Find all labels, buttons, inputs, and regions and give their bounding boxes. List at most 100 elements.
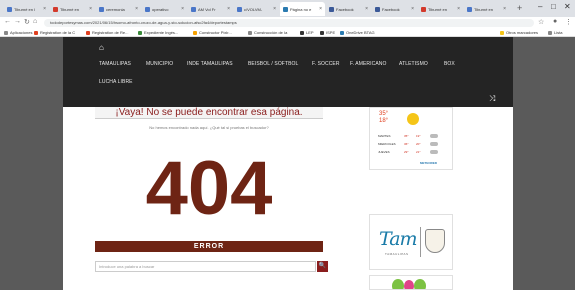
url-field[interactable]: tododeportesymas.com/2021/06/15/hsomo-af… — [44, 19, 534, 27]
browser-tab-bar: Tiburné en l × Tiburné en × ceremonia × operat… — [0, 0, 575, 17]
forecast-high: 35° — [404, 134, 409, 138]
close-tab-icon[interactable]: × — [411, 6, 414, 12]
weather-widget: 35° 18° MARTES 35° 19° MIERCOLES 36° 20° JUEVE… — [369, 107, 453, 170]
bookmark-item[interactable]: Registration de la C — [34, 30, 75, 35]
nav-item[interactable]: F. SOCCER — [312, 61, 340, 67]
star-icon[interactable]: ☆ — [538, 18, 544, 26]
tab-favicon — [329, 6, 334, 12]
bookmark-item[interactable]: Aplicaciones — [4, 30, 32, 35]
state-seal-icon — [425, 229, 445, 253]
browser-tab[interactable]: Facebook × — [372, 2, 417, 16]
close-tab-icon[interactable]: × — [227, 6, 230, 12]
bookmark-item[interactable]: OneDrive BTAG — [340, 30, 375, 35]
leaf-icon — [392, 279, 404, 289]
browser-tab[interactable]: ceremonia × — [96, 2, 141, 16]
tab-label: Tiburné en l — [14, 6, 35, 12]
tab-favicon — [421, 6, 426, 12]
bookmark-favicon — [4, 30, 8, 35]
close-tab-icon[interactable]: × — [43, 6, 46, 12]
bookmark-favicon — [138, 30, 142, 35]
tab-favicon — [145, 6, 150, 12]
bookmark-label: Constructor Pixlr... — [199, 30, 232, 35]
shuffle-icon[interactable]: ⤨ — [489, 94, 495, 104]
profile-icon[interactable]: ● — [553, 18, 557, 25]
forecast-high: 36° — [404, 142, 409, 146]
browser-tab[interactable]: AM Vol Fr × — [188, 2, 233, 16]
search-button[interactable]: 🔍 — [317, 261, 328, 272]
browser-tab[interactable]: Tiburné en × — [418, 2, 463, 16]
bookmark-favicon — [86, 30, 90, 35]
tab-favicon — [467, 6, 472, 12]
close-tab-icon[interactable]: × — [89, 6, 92, 12]
bookmark-label: Expediente Ingés... — [144, 30, 179, 35]
bookmark-label: Registration de Re... — [92, 30, 129, 35]
close-tab-icon[interactable]: × — [135, 6, 138, 12]
tab-favicon — [53, 6, 58, 12]
close-tab-icon[interactable]: × — [503, 6, 506, 12]
nav-item[interactable]: TAMAULIPAS — [99, 61, 131, 67]
search-input[interactable]: Introduce una palabra a buscar — [95, 261, 316, 272]
browser-tab[interactable]: Página no e × — [280, 2, 325, 16]
nav-item[interactable]: F. AMERICANO — [350, 61, 386, 67]
browser-tab[interactable]: operativo × — [142, 2, 187, 16]
forward-icon[interactable]: → — [14, 18, 21, 25]
bookmark-item[interactable]: ISPE — [320, 30, 335, 35]
browser-tab[interactable]: Tiburné en × — [464, 2, 509, 16]
bookmark-item[interactable]: Otros marcadores — [500, 30, 538, 35]
tamaulipas-logo[interactable]: Tam TAMAULIPAS — [369, 214, 453, 270]
minimize-icon[interactable]: – — [538, 2, 542, 11]
bookmark-favicon — [340, 30, 344, 35]
browser-tab[interactable]: Tiburné en l × — [4, 2, 49, 16]
close-tab-icon[interactable]: × — [181, 6, 184, 12]
flower-banner[interactable] — [369, 275, 453, 290]
tab-label: Tiburné en — [60, 6, 79, 12]
close-tab-icon[interactable]: × — [457, 6, 460, 12]
menu-icon[interactable]: ⋮ — [565, 18, 572, 26]
reload-icon[interactable]: ↻ — [24, 18, 30, 26]
bookmark-item[interactable]: LEP — [300, 30, 314, 35]
tab-favicon — [283, 6, 288, 12]
error-code: 404 — [145, 146, 273, 231]
nav-item[interactable]: BEISBOL / SOFTBOL — [248, 61, 298, 67]
maximize-icon[interactable]: □ — [551, 2, 556, 11]
forecast-day: MARTES — [378, 134, 391, 138]
sun-icon — [407, 113, 419, 125]
browser-tab[interactable]: Tiburné en × — [50, 2, 95, 16]
bookmark-item[interactable]: Registration de Re... — [86, 30, 128, 35]
tab-label: Página no e — [290, 6, 312, 12]
page-viewport: ⌂ ⤨ TAMAULIPAS MUNICIPIO INDE TAMAULIPAS BE… — [0, 37, 575, 290]
home-icon[interactable]: ⌂ — [99, 43, 104, 52]
bookmark-item[interactable]: Constructor Pixlr... — [193, 30, 232, 35]
tab-label: Facebook — [336, 6, 354, 12]
logo-tagline: TAMAULIPAS — [385, 252, 409, 256]
bookmark-item[interactable]: Construcción de Ia — [248, 30, 287, 35]
logo-divider — [420, 227, 421, 257]
nav-item[interactable]: ATLETISMO — [399, 61, 428, 67]
new-tab-button[interactable]: + — [517, 3, 522, 13]
browser-tab[interactable]: Facebook × — [326, 2, 371, 16]
temp-high: 35° — [379, 111, 389, 117]
bookmark-label: ISPE — [326, 30, 336, 35]
logo-brand: Tam — [379, 228, 418, 250]
nav-item[interactable]: BOX — [444, 61, 455, 67]
close-tab-icon[interactable]: × — [365, 6, 368, 12]
bookmark-favicon — [248, 30, 252, 35]
close-window-icon[interactable]: ✕ — [564, 2, 571, 11]
tab-label: Facebook — [382, 6, 400, 12]
back-icon[interactable]: ← — [4, 18, 11, 25]
bookmark-item[interactable]: Lista — [548, 30, 562, 35]
forecast-low: 19° — [416, 134, 421, 138]
home-browser-icon[interactable]: ⌂ — [33, 18, 37, 25]
bookmark-item[interactable]: Expediente Ingés... — [138, 30, 178, 35]
bookmark-label: Aplicaciones — [10, 30, 33, 35]
cloud-icon — [430, 150, 438, 154]
bookmark-label: Lista — [554, 30, 563, 35]
browser-tab[interactable]: c/VOLVM- × — [234, 2, 279, 16]
forecast-low: 20° — [416, 142, 421, 146]
nav-item[interactable]: INDE TAMAULIPAS — [187, 61, 233, 67]
close-tab-icon[interactable]: × — [319, 6, 322, 12]
nav-item[interactable]: MUNICIPIO — [146, 61, 173, 67]
nav-item[interactable]: LUCHA LIBRE — [99, 79, 133, 85]
close-tab-icon[interactable]: × — [273, 6, 276, 12]
weather-source[interactable]: METEORED — [420, 161, 437, 165]
